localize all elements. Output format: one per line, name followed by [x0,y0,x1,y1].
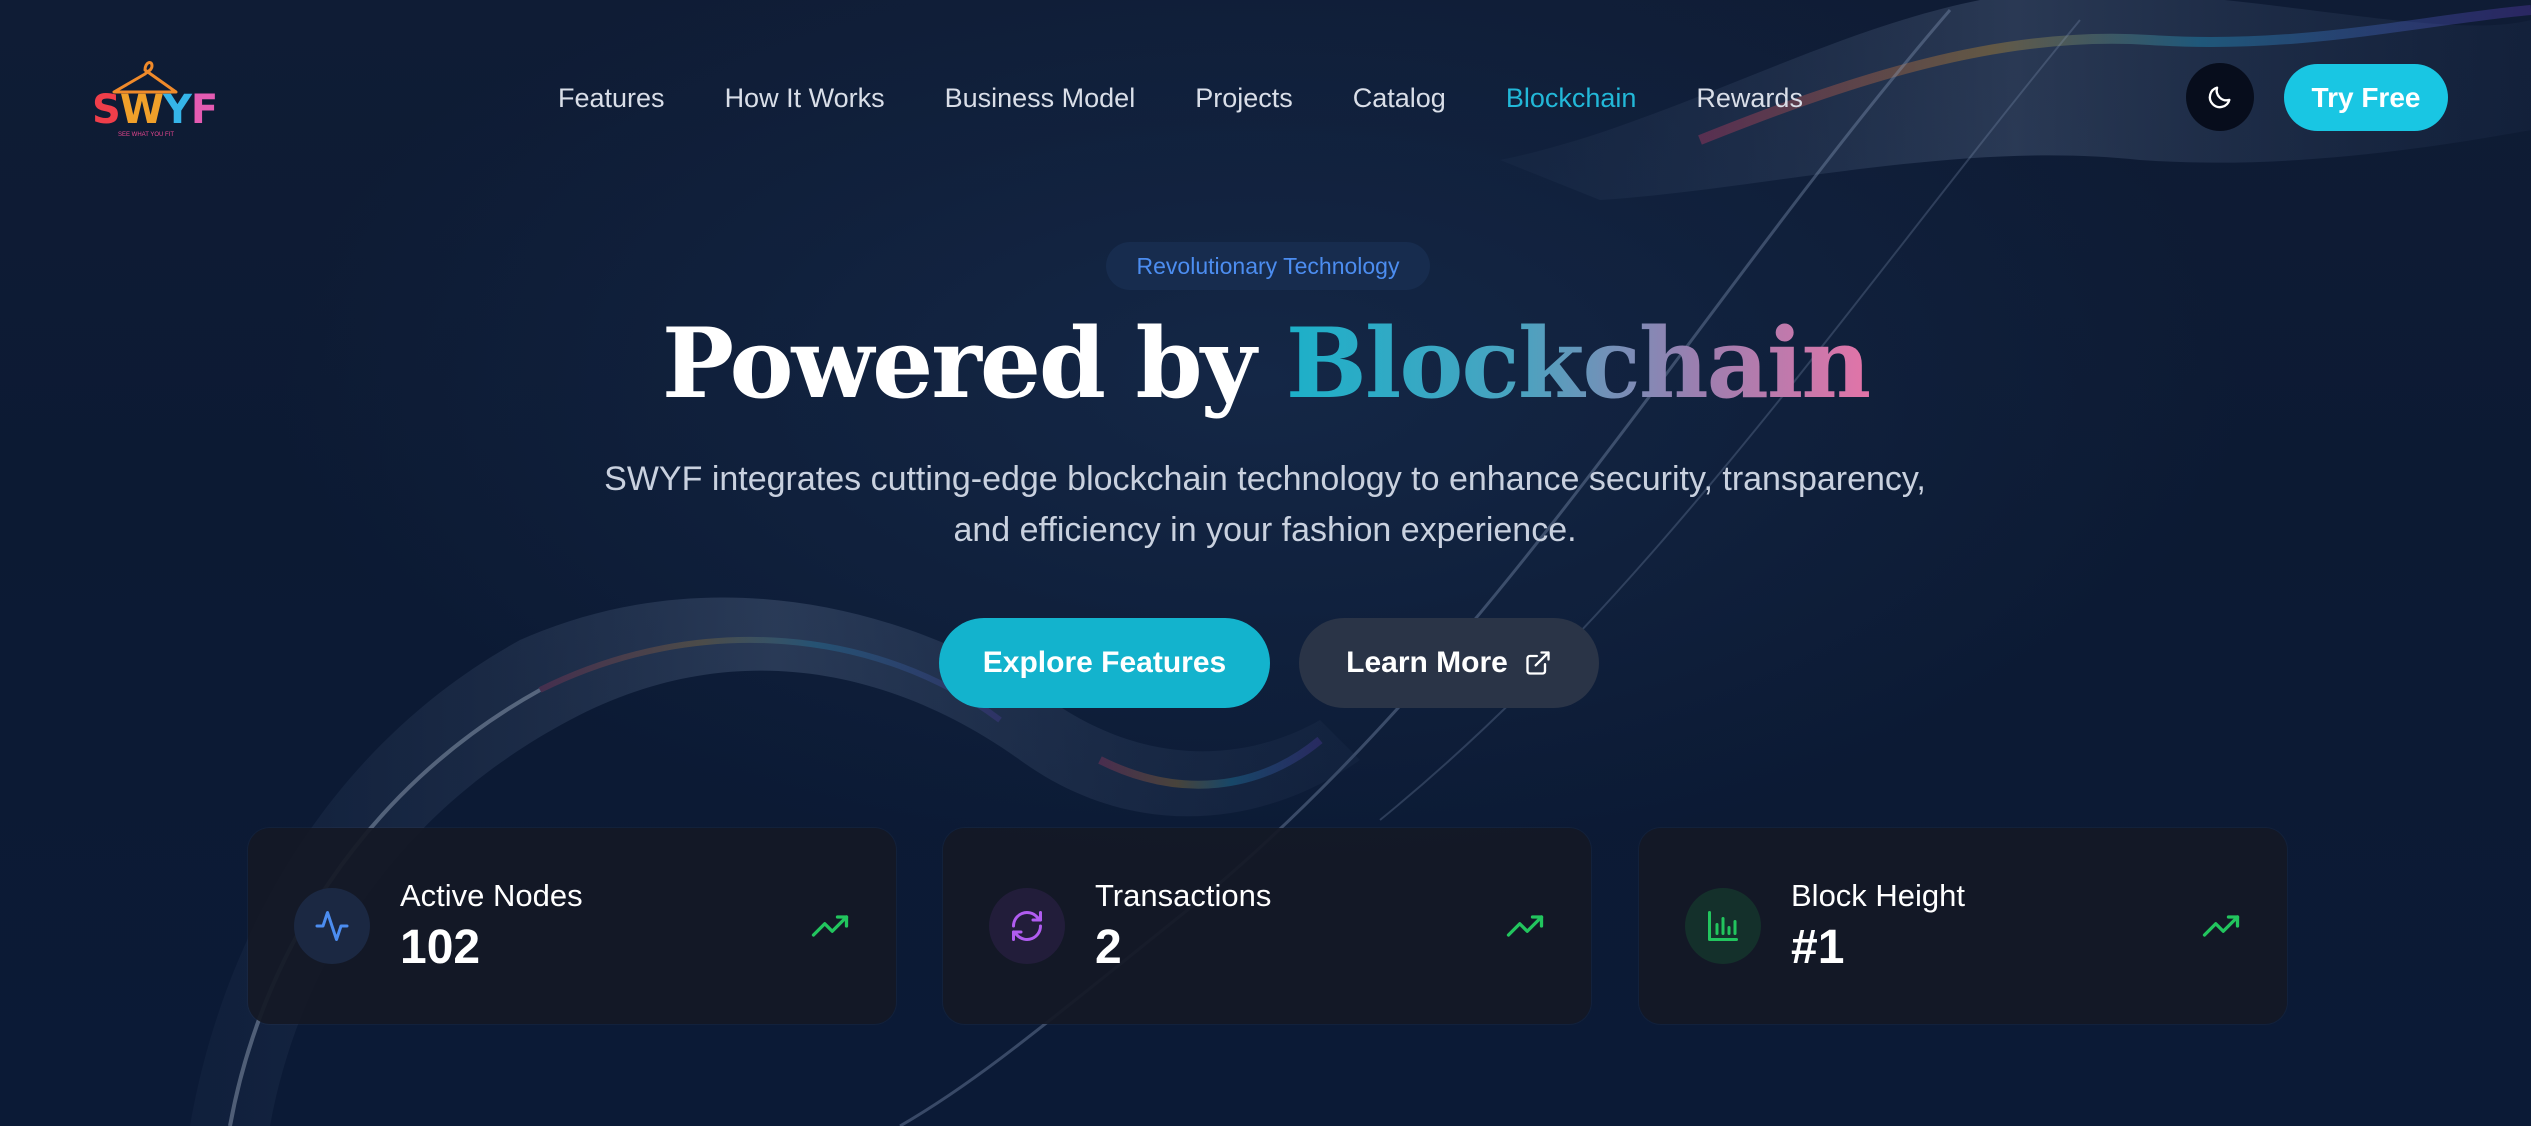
external-link-icon [1526,651,1550,675]
stat-card-transactions: Transactions 2 [943,828,1591,1024]
learn-more-label: Learn More [1346,646,1508,679]
logo-tagline: SEE WHAT YOU FIT [117,132,174,138]
stat-icon-wrap [989,888,1065,964]
stat-card-block-height: Block Height #1 [1639,828,2287,1024]
stat-value: 2 [1095,921,1122,974]
stat-value: 102 [400,921,481,974]
nav-item-rewards[interactable]: Rewards [1696,74,1803,122]
moon-icon [2208,86,2231,109]
stat-icon-wrap [294,888,370,964]
trending-up-icon [1506,915,1544,937]
activity-icon [315,911,349,941]
hero-title-accent: Blockchain [1285,307,1871,420]
trending-up-icon [2202,915,2240,937]
learn-more-button[interactable]: Learn More [1299,618,1599,708]
stat-label: Active Nodes [400,878,583,913]
refresh-icon [1012,911,1042,941]
theme-toggle-button[interactable] [2186,63,2254,131]
nav-item-projects[interactable]: Projects [1195,74,1293,122]
nav-item-catalog[interactable]: Catalog [1353,74,1446,122]
trending-up-icon [811,915,849,937]
brand-logo[interactable]: SWYF SEE WHAT YOU FIT [88,56,218,146]
nav-item-blockchain[interactable]: Blockchain [1506,74,1637,122]
stat-value: #1 [1791,921,1845,974]
bar-chart-icon [1708,911,1738,941]
hero-title-plain: Powered by [661,307,1256,420]
logo-wordmark: SWYF [92,87,218,133]
nav-item-business-model[interactable]: Business Model [945,74,1136,122]
stat-label: Block Height [1791,878,1966,913]
main-nav: Features How It Works Business Model Pro… [558,74,1803,122]
hero-subtitle-line-2: and efficiency in your fashion experienc… [953,511,1577,549]
try-free-button[interactable]: Try Free [2284,64,2448,131]
hero-badge: Revolutionary Technology [1106,242,1430,290]
stat-card-active-nodes: Active Nodes 102 [248,828,896,1024]
page: SWYF SEE WHAT YOU FIT Features How It Wo… [0,0,2531,1126]
nav-item-how-it-works[interactable]: How It Works [725,74,885,122]
hero-subtitle: SWYF integrates cutting-edge blockchain … [465,454,2065,556]
stat-label: Transactions [1095,878,1272,913]
stat-icon-wrap [1685,888,1761,964]
hero-title: Powered by Blockchain [0,302,2531,426]
nav-item-features[interactable]: Features [558,74,665,122]
hero-subtitle-line-1: SWYF integrates cutting-edge blockchain … [604,460,1926,498]
explore-features-button[interactable]: Explore Features [939,618,1270,708]
top-navbar: SWYF SEE WHAT YOU FIT Features How It Wo… [0,0,2531,195]
